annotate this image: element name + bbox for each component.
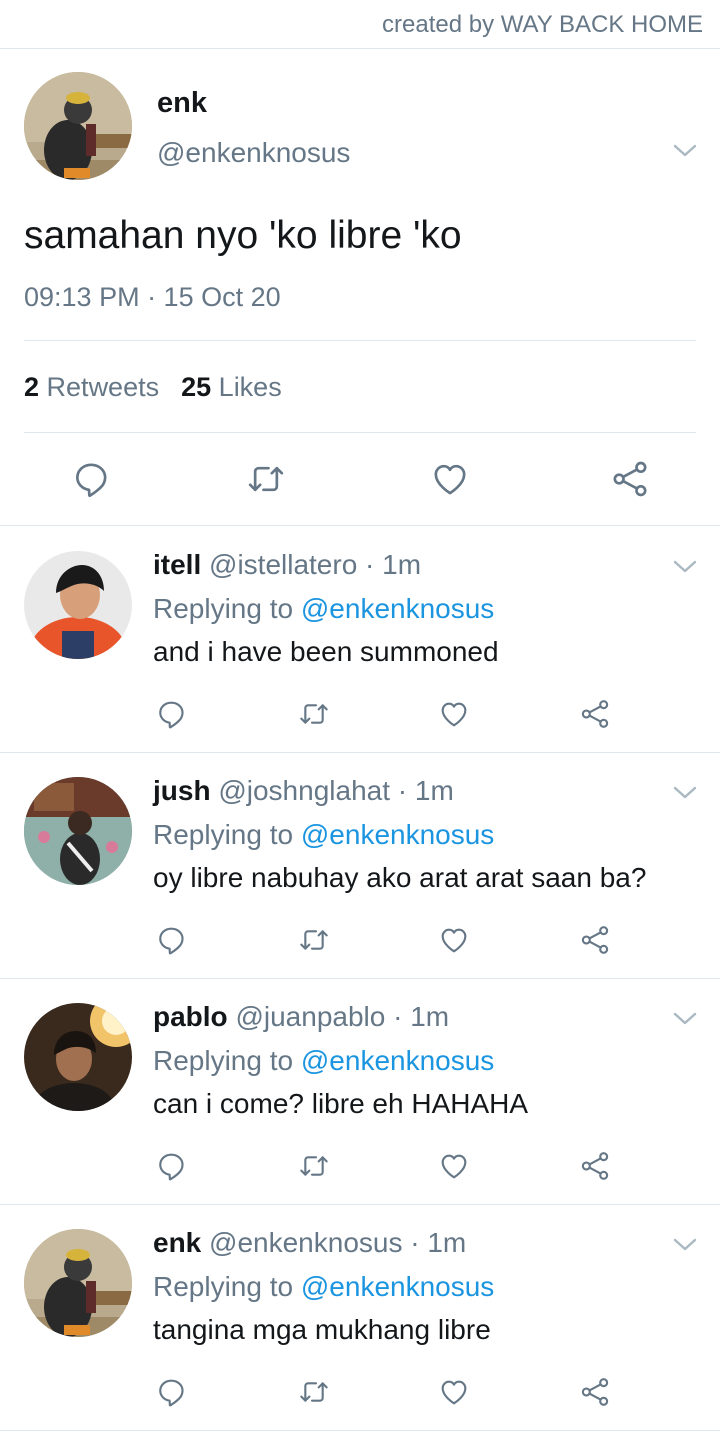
share-icon[interactable]	[610, 459, 650, 499]
display-name[interactable]: enk	[157, 87, 207, 120]
chevron-down-icon[interactable]	[672, 1237, 698, 1253]
reply-header: pablo @juanpablo · 1m	[153, 1001, 449, 1033]
reply-tweet[interactable]: pablo @juanpablo · 1m Replying to @enken…	[0, 979, 720, 1205]
retweet-icon[interactable]	[298, 1150, 330, 1182]
like-stat[interactable]: 25 Likes	[181, 372, 282, 402]
divider	[24, 340, 696, 341]
share-icon[interactable]	[579, 698, 611, 730]
mention-link[interactable]: @enkenknosus	[301, 1271, 494, 1302]
chevron-down-icon[interactable]	[672, 1011, 698, 1027]
reply-header: jush @joshnglahat · 1m	[153, 775, 454, 807]
like-icon[interactable]	[438, 698, 470, 730]
handle-time: @enkenknosus · 1m	[209, 1227, 467, 1258]
tweet-stats: 2 Retweets 25 Likes	[24, 372, 282, 403]
replying-to: Replying to @enkenknosus	[153, 593, 494, 625]
avatar[interactable]	[24, 1003, 132, 1111]
handle-time: @joshnglahat · 1m	[218, 775, 454, 806]
replying-to-label: Replying to	[153, 819, 294, 850]
mention-link[interactable]: @enkenknosus	[301, 593, 494, 624]
replying-to: Replying to @enkenknosus	[153, 1271, 494, 1303]
like-icon[interactable]	[438, 924, 470, 956]
reply-icon[interactable]	[72, 459, 112, 499]
avatar[interactable]	[24, 1229, 132, 1337]
replying-to: Replying to @enkenknosus	[153, 819, 494, 851]
like-icon[interactable]	[430, 459, 470, 499]
handle-time: @juanpablo · 1m	[235, 1001, 450, 1032]
replying-to-label: Replying to	[153, 1271, 294, 1302]
tweet-text: samahan nyo 'ko libre 'ko	[24, 214, 462, 257]
reply-icon[interactable]	[156, 924, 188, 956]
avatar[interactable]	[24, 777, 132, 885]
reply-tweet[interactable]: jush @joshnglahat · 1m Replying to @enke…	[0, 753, 720, 979]
mention-link[interactable]: @enkenknosus	[301, 819, 494, 850]
credit-text: created by WAY BACK HOME	[382, 11, 703, 38]
user-handle[interactable]: @enkenknosus	[157, 137, 350, 169]
share-icon[interactable]	[579, 924, 611, 956]
like-icon[interactable]	[438, 1376, 470, 1408]
share-icon[interactable]	[579, 1150, 611, 1182]
reply-tweet[interactable]: enk @enkenknosus · 1m Replying to @enken…	[0, 1205, 720, 1431]
reply-tweet[interactable]: itell @istellatero · 1m Replying to @enk…	[0, 527, 720, 753]
retweet-icon[interactable]	[298, 698, 330, 730]
reply-header: itell @istellatero · 1m	[153, 549, 421, 581]
chevron-down-icon[interactable]	[672, 143, 698, 159]
chevron-down-icon[interactable]	[672, 559, 698, 575]
reply-text: can i come? libre eh HAHAHA	[153, 1088, 529, 1119]
retweet-icon[interactable]	[298, 924, 330, 956]
replying-to-label: Replying to	[153, 1045, 294, 1076]
retweet-icon[interactable]	[298, 1376, 330, 1408]
handle-time: @istellatero · 1m	[209, 549, 422, 580]
display-name[interactable]: itell	[153, 549, 201, 580]
reply-icon[interactable]	[156, 1376, 188, 1408]
like-count: 25	[181, 372, 212, 402]
reply-text: oy libre nabuhay ako arat arat saan ba?	[153, 862, 647, 893]
share-icon[interactable]	[579, 1376, 611, 1408]
tweet-timestamp: 09:13 PM · 15 Oct 20	[24, 282, 281, 312]
display-name[interactable]: pablo	[153, 1001, 228, 1032]
like-icon[interactable]	[438, 1150, 470, 1182]
divider	[0, 525, 720, 526]
like-label: Likes	[218, 372, 282, 402]
retweet-count: 2	[24, 372, 40, 402]
display-name[interactable]: enk	[153, 1227, 201, 1258]
reply-text: tangina mga mukhang libre	[153, 1314, 491, 1345]
retweet-stat[interactable]: 2 Retweets	[24, 372, 159, 402]
chevron-down-icon[interactable]	[672, 785, 698, 801]
avatar[interactable]	[24, 551, 132, 659]
main-tweet: enk @enkenknosus samahan nyo 'ko libre '…	[0, 49, 720, 526]
reply-icon[interactable]	[156, 698, 188, 730]
retweet-label: Retweets	[46, 372, 160, 402]
display-name[interactable]: jush	[153, 775, 211, 806]
reply-icon[interactable]	[156, 1150, 188, 1182]
reply-header: enk @enkenknosus · 1m	[153, 1227, 466, 1259]
replying-to-label: Replying to	[153, 593, 294, 624]
avatar[interactable]	[24, 72, 132, 180]
retweet-icon[interactable]	[246, 459, 286, 499]
divider	[24, 432, 696, 433]
reply-text: and i have been summoned	[153, 636, 499, 667]
mention-link[interactable]: @enkenknosus	[301, 1045, 494, 1076]
divider	[0, 1430, 720, 1431]
replying-to: Replying to @enkenknosus	[153, 1045, 494, 1077]
